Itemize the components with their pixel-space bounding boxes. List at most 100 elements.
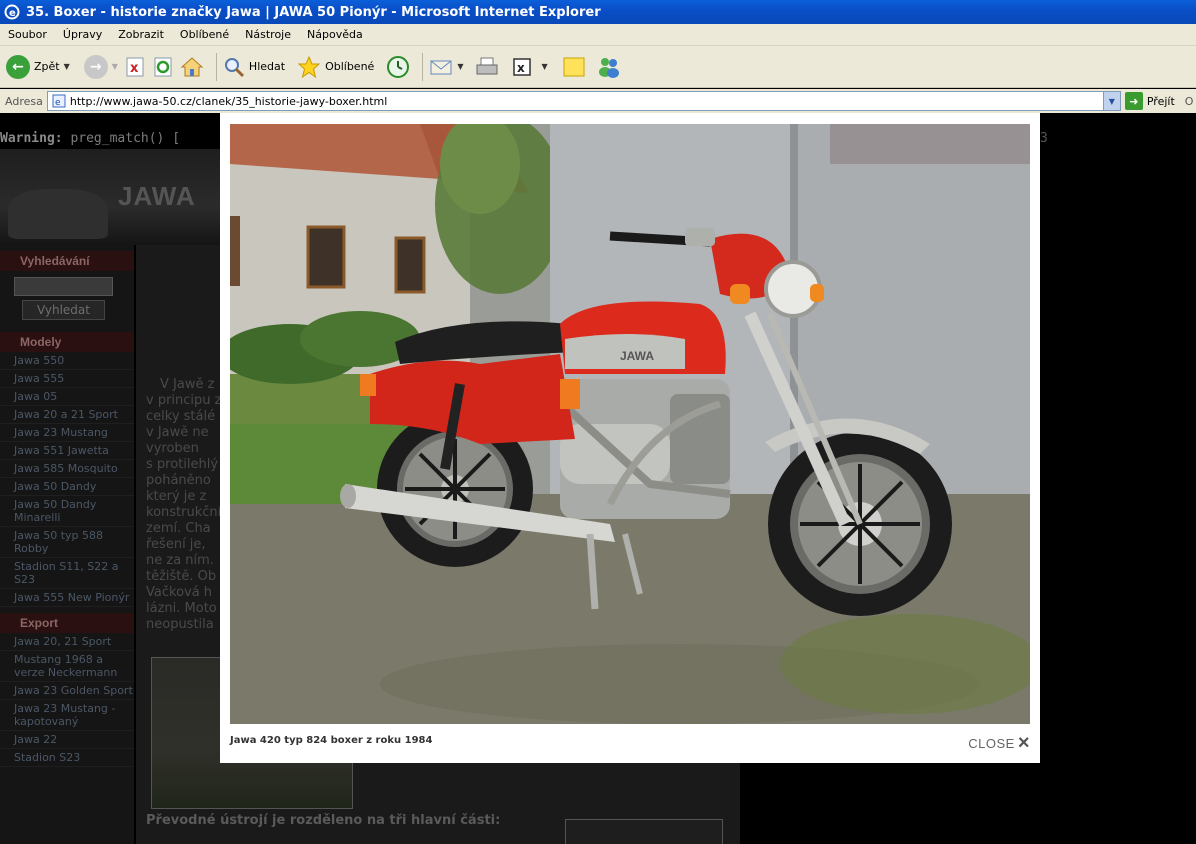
edit-dropdown-icon[interactable]: ▼ [541,62,547,71]
models-heading: Modely [0,332,134,352]
warning-text: preg_match() [ [70,131,181,146]
sidebar-item-model[interactable]: Jawa 20 a 21 Sport [0,406,134,424]
motorcycle-photo: JAWA [230,124,1030,724]
stop-icon: x [126,57,144,76]
sidebar: Vyhledávání Vyhledat Modely Jawa 550 Jaw… [0,245,134,844]
sidebar-search-button[interactable]: Vyhledat [22,300,105,320]
close-icon: × [1017,732,1030,754]
article-text-line: Vačková h [146,585,213,600]
sidebar-item-model[interactable]: Jawa 23 Mustang [0,424,134,442]
sidebar-item-model[interactable]: Jawa 555 [0,370,134,388]
menu-soubor[interactable]: Soubor [0,28,55,41]
article-text-line: V Jawě z [160,377,215,392]
menu-zobrazit[interactable]: Zobrazit [110,28,172,41]
sidebar-item-model[interactable]: Jawa 585 Mosquito [0,460,134,478]
menu-oblibene[interactable]: Oblíbené [172,28,237,41]
article-text-line: ne za ním. [146,553,214,568]
go-button[interactable]: ➜ Přejít [1124,92,1175,110]
back-arrow-icon: ← [6,54,30,79]
printer-icon [476,57,498,74]
star-icon [297,55,321,78]
back-button-label: Zpět [34,60,60,73]
home-button[interactable] [180,56,204,78]
back-dropdown-icon[interactable]: ▼ [64,62,70,71]
article-text-line: lázni. Moto [146,601,217,616]
ie-logo-icon: e [4,4,20,20]
article-subheading: Převodné ústrojí je rozděleno na tři hla… [146,813,501,828]
favorites-button[interactable]: Oblíbené [297,55,374,79]
search-icon [224,57,244,77]
home-icon [180,56,204,76]
sidebar-item-export[interactable]: Stadion S23 [0,749,134,767]
close-label: CLOSE [968,735,1015,751]
search-button[interactable]: Hledat [223,56,285,78]
article-text-line: který je z [146,489,207,504]
svg-text:x: x [130,61,139,76]
address-label: Adresa [5,94,43,108]
address-input[interactable]: e http://www.jawa-50.cz/clanek/35_histor… [46,91,1121,111]
address-bar: Adresa e http://www.jawa-50.cz/clanek/35… [0,89,1196,113]
sidebar-item-export[interactable]: Jawa 23 Golden Sport [0,682,134,700]
links-label[interactable]: O [1185,95,1194,108]
sidebar-item-model[interactable]: Jawa 05 [0,388,134,406]
mail-dropdown-icon[interactable]: ▼ [457,62,463,71]
menu-napoveda[interactable]: Nápověda [299,28,371,41]
window-title: 35. Boxer - historie značky Jawa | JAWA … [26,4,601,20]
discuss-button[interactable] [562,55,586,79]
lightbox-close-button[interactable]: CLOSE × [968,732,1030,754]
sidebar-item-export[interactable]: Jawa 20, 21 Sport [0,633,134,651]
refresh-button[interactable] [152,56,174,78]
page-icon: e [52,94,66,108]
logo-motorcycle-icon [8,189,108,239]
toolbar-separator [215,52,217,81]
lightbox: JAWA Jawa 420 typ 824 boxer z roku 1984 … [220,113,1040,763]
refresh-icon [154,57,172,76]
messenger-icon [598,57,619,78]
article-text-line: řešení je, [146,537,206,552]
sidebar-item-export[interactable]: Mustang 1968 a verze Neckermann [0,651,134,682]
menu-nastroje[interactable]: Nástroje [237,28,299,41]
menu-upravy[interactable]: Úpravy [55,28,110,41]
lightbox-photo[interactable]: JAWA [230,124,1030,724]
article-text-line: celky stálé [146,409,216,424]
print-button[interactable] [475,56,499,78]
mail-icon [430,60,452,74]
menu-bar: Soubor Úpravy Zobrazit Oblíbené Nástroje… [0,24,1196,46]
warning-tail: 3 [1040,131,1048,146]
address-dropdown-icon[interactable]: ▼ [1102,92,1120,110]
sidebar-item-export[interactable]: Jawa 23 Mustang - kapotovaný [0,700,134,731]
sidebar-item-model[interactable]: Jawa 555 New Pionýr [0,589,134,607]
article-text-line: v principu z [146,393,222,408]
search-heading: Vyhledávání [0,251,134,271]
site-logo[interactable]: JAWA [118,181,196,212]
sidebar-item-model[interactable]: Stadion S11, S22 a S23 [0,558,134,589]
article-text-line: neopustila [146,617,214,632]
forward-dropdown-icon[interactable]: ▼ [112,62,118,71]
export-list: Jawa 20, 21 Sport Mustang 1968 a verze N… [0,633,134,767]
sidebar-item-model[interactable]: Jawa 551 Jawetta [0,442,134,460]
svg-text:e: e [55,98,61,108]
history-button[interactable] [386,55,410,79]
search-button-label: Hledat [248,60,286,73]
stop-button[interactable]: x [124,56,146,78]
lightbox-caption: Jawa 420 typ 824 boxer z roku 1984 [230,735,433,746]
sidebar-item-model[interactable]: Jawa 50 typ 588 Robby [0,527,134,558]
sidebar-item-model[interactable]: Jawa 550 [0,352,134,370]
sidebar-item-model[interactable]: Jawa 50 Dandy [0,478,134,496]
toolbar-separator [422,52,424,81]
sidebar-search-input[interactable] [14,277,113,296]
sidebar-item-export[interactable]: Jawa 22 [0,731,134,749]
article-thumbnail-2[interactable] [565,819,723,844]
models-list: Jawa 550 Jawa 555 Jawa 05 Jawa 20 a 21 S… [0,352,134,607]
edit-button[interactable]: x ▼ [511,56,548,78]
article-text-line: v Jawě ne [146,425,209,440]
article-text-line: s protilehlý [146,457,219,472]
edit-page-icon: x [513,57,532,76]
back-button[interactable]: ← Zpět ▼ [6,54,70,79]
messenger-button[interactable] [596,55,622,79]
forward-arrow-icon: → [83,54,108,79]
forward-button[interactable]: → ▼ [76,54,118,79]
go-arrow-icon: ➜ [1124,92,1143,110]
mail-button[interactable]: ▼ [429,56,463,78]
sidebar-item-model[interactable]: Jawa 50 Dandy Minarelli [0,496,134,527]
